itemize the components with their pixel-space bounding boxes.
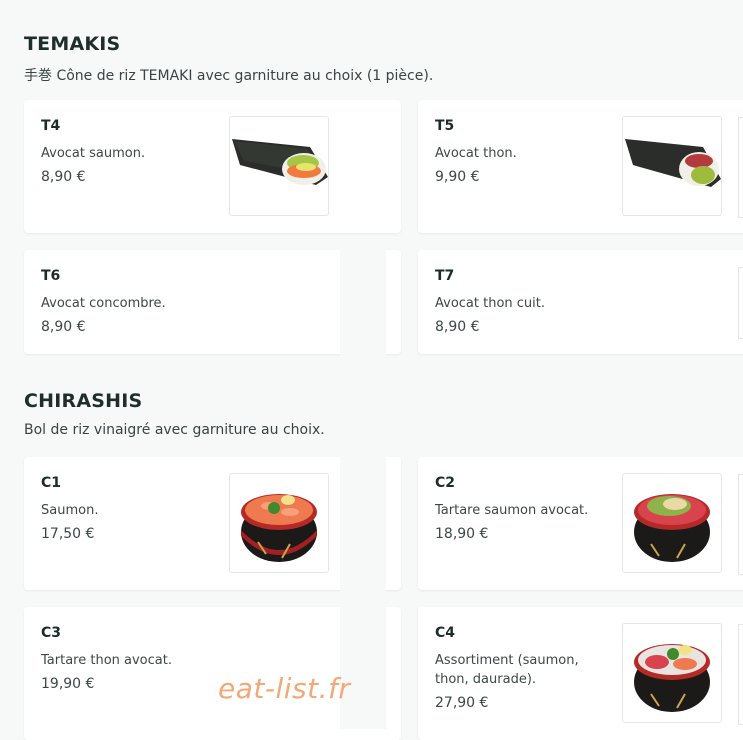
temaki-tuna-avocado-photo[interactable] (622, 116, 722, 216)
item-code: C4 (435, 625, 456, 641)
next-card-edge (738, 267, 743, 339)
temaki-salmon-avocado-photo[interactable] (229, 116, 329, 216)
item-description: Tartare thon avocat. (41, 653, 172, 668)
item-code: T5 (435, 118, 455, 134)
item-price: 18,90 € (435, 526, 489, 542)
item-code: T6 (41, 268, 61, 284)
column-gap (340, 238, 386, 729)
item-price: 9,90 € (435, 169, 480, 185)
item-description: Avocat thon. (435, 146, 517, 161)
section-subtitle-chirashis: Bol de riz vinaigré avec garniture au ch… (24, 422, 325, 438)
item-code: T4 (41, 118, 61, 134)
item-price: 19,90 € (41, 676, 95, 692)
menu-item-card-t5[interactable]: T5 Avocat thon. 9,90 € (418, 100, 743, 233)
item-price: 8,90 € (435, 319, 480, 335)
next-card-edge (738, 117, 743, 218)
item-price: 17,50 € (41, 526, 95, 542)
menu-item-card-c4[interactable]: C4 Assortiment (saumon, thon, daurade). … (418, 607, 743, 740)
section-title-chirashis: CHIRASHIS (24, 390, 143, 412)
item-description: Assortiment (saumon, thon, daurade). (435, 651, 579, 689)
next-card-edge (738, 474, 743, 575)
chirashi-assortment-bowl-photo[interactable] (622, 623, 722, 723)
item-description-line: Assortiment (saumon, (435, 653, 579, 668)
item-description: Avocat saumon. (41, 146, 146, 161)
item-code: C2 (435, 475, 456, 491)
item-price: 27,90 € (435, 695, 489, 711)
item-description: Saumon. (41, 503, 99, 518)
chirashi-tartare-bowl-photo[interactable] (622, 473, 722, 573)
item-description: Avocat concombre. (41, 296, 166, 311)
item-description: Avocat thon cuit. (435, 296, 546, 311)
item-price: 8,90 € (41, 169, 86, 185)
item-description-line: thon, daurade). (435, 672, 537, 687)
item-code: C1 (41, 475, 62, 491)
menu-item-card-c2[interactable]: C2 Tartare saumon avocat. 18,90 € (418, 457, 743, 590)
item-description: Tartare saumon avocat. (435, 503, 589, 518)
section-subtitle-temakis: 手巻 Cône de riz TEMAKI avec garniture au … (24, 68, 434, 84)
item-code: C3 (41, 625, 62, 641)
section-title-temakis: TEMAKIS (24, 33, 121, 55)
watermark-text: eat-list.fr (218, 672, 351, 705)
item-price: 8,90 € (41, 319, 86, 335)
next-card-edge (738, 624, 743, 725)
menu-item-card-t4[interactable]: T4 Avocat saumon. 8,90 € (24, 100, 401, 233)
menu-item-card-t7[interactable]: T7 Avocat thon cuit. 8,90 € (418, 250, 743, 354)
item-code: T7 (435, 268, 455, 284)
chirashi-salmon-bowl-photo[interactable] (229, 473, 329, 573)
